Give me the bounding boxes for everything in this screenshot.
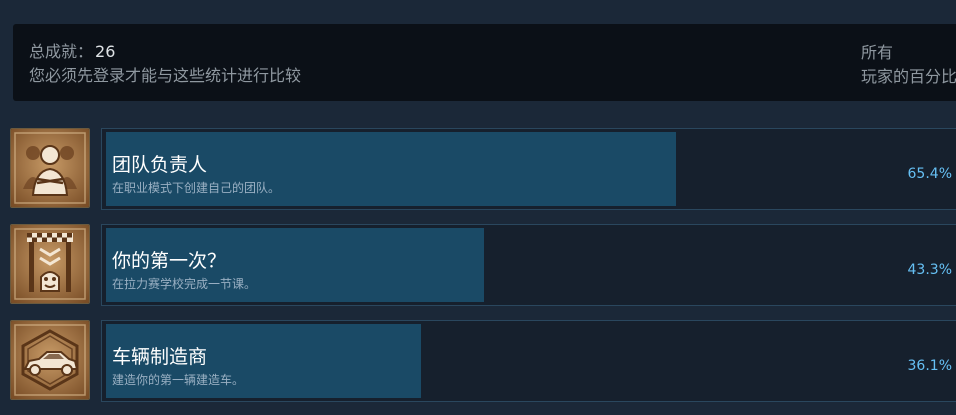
- login-compare-note: 您必须先登录才能与这些统计进行比较: [29, 66, 302, 85]
- achievement-global-percent: 36.1%: [907, 358, 952, 374]
- total-achievements: 总成就： 26: [29, 41, 115, 63]
- global-percent-header-line2: 玩家的百分比: [861, 67, 956, 86]
- achievement-title: 车辆制造商: [112, 346, 208, 368]
- total-achievements-label: 总成就：: [29, 42, 94, 61]
- achievement-description: 建造你的第一辆建造车。: [112, 373, 245, 387]
- achievement-title: 团队负责人: [112, 154, 208, 176]
- achievement-progress-frame: 你的第一次？ 在拉力赛学校完成一节课。 43.3%: [101, 224, 956, 306]
- achievement-progress-frame: 车辆制造商 建造你的第一辆建造车。 36.1%: [101, 320, 956, 402]
- achievement-global-percent: 43.3%: [907, 262, 952, 278]
- achievement-description: 在拉力赛学校完成一节课。: [112, 277, 257, 291]
- global-percent-header: 所有 玩家的百分比: [861, 41, 956, 89]
- global-percent-header-line1: 所有: [861, 43, 894, 62]
- team-manager-icon: [10, 128, 90, 208]
- car-builder-icon: [10, 320, 90, 400]
- achievement-description: 在职业模式下创建自己的团队。: [112, 181, 281, 195]
- achievement-progress-frame: 团队负责人 在职业模式下创建自己的团队。 65.4%: [101, 128, 956, 210]
- first-time-rally-icon: [10, 224, 90, 304]
- achievement-row[interactable]: 团队负责人 在职业模式下创建自己的团队。 65.4%: [10, 128, 956, 210]
- achievement-row[interactable]: 车辆制造商 建造你的第一辆建造车。 36.1%: [10, 320, 956, 402]
- achievement-summary: 总成就： 26 您必须先登录才能与这些统计进行比较 所有 玩家的百分比: [13, 24, 956, 101]
- achievement-title: 你的第一次？: [112, 250, 227, 272]
- achievement-row[interactable]: 你的第一次？ 在拉力赛学校完成一节课。 43.3%: [10, 224, 956, 306]
- achievement-global-percent: 65.4%: [907, 166, 952, 182]
- total-achievements-count: 26: [95, 42, 116, 61]
